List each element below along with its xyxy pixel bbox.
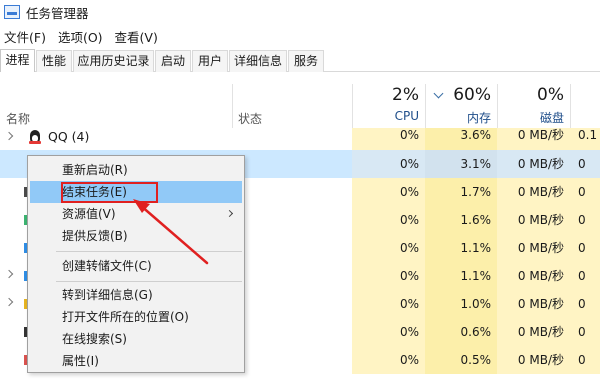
disk-value: 0 MB/秒 [497, 262, 570, 290]
menu-item-resource-values-label: 资源值(V) [62, 207, 116, 221]
network-value: 0.1 [570, 128, 600, 150]
chevron-right-icon[interactable] [4, 297, 14, 307]
tab-details[interactable]: 详细信息 [229, 50, 287, 72]
disk-value: 0 MB/秒 [497, 290, 570, 318]
menu-file[interactable]: 文件(F) [4, 27, 46, 46]
column-memory[interactable]: 60% 内存 [425, 84, 497, 128]
column-name[interactable]: 名称 [6, 110, 30, 127]
sort-descending-icon [433, 88, 444, 99]
disk-value: 0 MB/秒 [497, 234, 570, 262]
cpu-value: 0% [352, 318, 425, 346]
menu-item-open-file-location[interactable]: 打开文件所在的位置(O) [30, 306, 242, 328]
menu-options[interactable]: 选项(O) [58, 27, 103, 46]
network-value: 0 [570, 234, 600, 262]
tab-processes[interactable]: 进程 [0, 49, 35, 72]
menu-item-feedback[interactable]: 提供反馈(B) [30, 225, 242, 247]
column-status[interactable]: 状态 [238, 110, 262, 127]
column-divider[interactable] [570, 84, 571, 128]
menu-bar: 文件(F) 选项(O) 查看(V) [0, 26, 170, 46]
column-disk[interactable]: 0% 磁盘 [497, 84, 570, 128]
menu-item-go-to-details[interactable]: 转到详细信息(G) [30, 284, 242, 306]
memory-value: 1.1% [425, 234, 497, 262]
cpu-value: 0% [352, 234, 425, 262]
network-value: 0 [570, 206, 600, 234]
disk-value: 0 MB/秒 [497, 150, 570, 178]
menu-separator [56, 251, 242, 252]
window-title: 任务管理器 [26, 5, 89, 21]
cpu-value: 0% [352, 290, 425, 318]
disk-value: 0 MB/秒 [497, 206, 570, 234]
disk-value: 0 MB/秒 [497, 318, 570, 346]
cpu-value: 0% [352, 262, 425, 290]
memory-value: 3.1% [425, 150, 497, 178]
network-value: 0 [570, 262, 600, 290]
memory-value: 0.6% [425, 318, 497, 346]
qq-penguin-icon [28, 130, 42, 146]
memory-value: 1.6% [425, 206, 497, 234]
disk-value: 0 MB/秒 [497, 178, 570, 206]
tab-users[interactable]: 用户 [192, 50, 228, 72]
network-value: 0 [570, 346, 600, 374]
tab-startup[interactable]: 启动 [155, 50, 191, 72]
chevron-right-icon[interactable] [4, 131, 14, 141]
tab-services[interactable]: 服务 [288, 50, 324, 72]
tab-app-history[interactable]: 应用历史记录 [73, 50, 154, 72]
tab-strip: 进程 性能 应用历史记录 启动 用户 详细信息 服务 [0, 49, 600, 72]
title-bar: 任务管理器 [0, 0, 600, 24]
task-manager-icon [4, 5, 20, 19]
menu-item-end-task[interactable]: 结束任务(E) [30, 181, 242, 203]
disk-total: 0% [537, 85, 564, 105]
cpu-value: 0% [352, 346, 425, 374]
annotation-highlight-box [61, 182, 158, 203]
menu-separator [56, 281, 242, 282]
memory-label: 内存 [466, 111, 491, 125]
column-divider[interactable] [232, 84, 233, 128]
cpu-value: 0% [352, 206, 425, 234]
menu-item-create-dump[interactable]: 创建转储文件(C) [30, 255, 242, 277]
menu-item-search-online[interactable]: 在线搜索(S) [30, 328, 242, 350]
cpu-label: CPU [394, 109, 419, 123]
process-row-qq[interactable]: QQ (4) 0% 3.6% 0 MB/秒 0.1 [0, 128, 600, 150]
memory-value: 1.0% [425, 290, 497, 318]
chevron-right-icon [225, 209, 234, 218]
context-menu: 重新启动(R) 结束任务(E) 资源值(V) 提供反馈(B) 创建转储文件(C)… [27, 155, 245, 373]
memory-total: 60% [453, 85, 491, 105]
network-value: 0 [570, 150, 600, 178]
cpu-value: 0% [352, 128, 425, 150]
disk-value: 0 MB/秒 [497, 128, 570, 150]
menu-item-properties[interactable]: 属性(I) [30, 350, 242, 372]
chevron-right-icon[interactable] [4, 269, 14, 279]
memory-value: 1.7% [425, 178, 497, 206]
memory-value: 3.6% [425, 128, 497, 150]
memory-value: 0.5% [425, 346, 497, 374]
process-name: QQ (4) [48, 129, 90, 144]
cpu-total: 2% [392, 85, 419, 105]
tab-performance[interactable]: 性能 [36, 50, 72, 72]
column-header: 名称 状态 2% CPU 60% 内存 0% 磁盘 [0, 84, 600, 128]
disk-value: 0 MB/秒 [497, 346, 570, 374]
menu-item-restart[interactable]: 重新启动(R) [30, 159, 242, 181]
cpu-value: 0% [352, 150, 425, 178]
column-cpu[interactable]: 2% CPU [352, 84, 425, 128]
network-value: 0 [570, 290, 600, 318]
menu-item-resource-values[interactable]: 资源值(V) [30, 203, 242, 225]
network-value: 0 [570, 318, 600, 346]
cpu-value: 0% [352, 178, 425, 206]
memory-value: 1.1% [425, 262, 497, 290]
menu-view[interactable]: 查看(V) [115, 27, 158, 46]
network-value: 0 [570, 178, 600, 206]
disk-label: 磁盘 [539, 111, 564, 125]
